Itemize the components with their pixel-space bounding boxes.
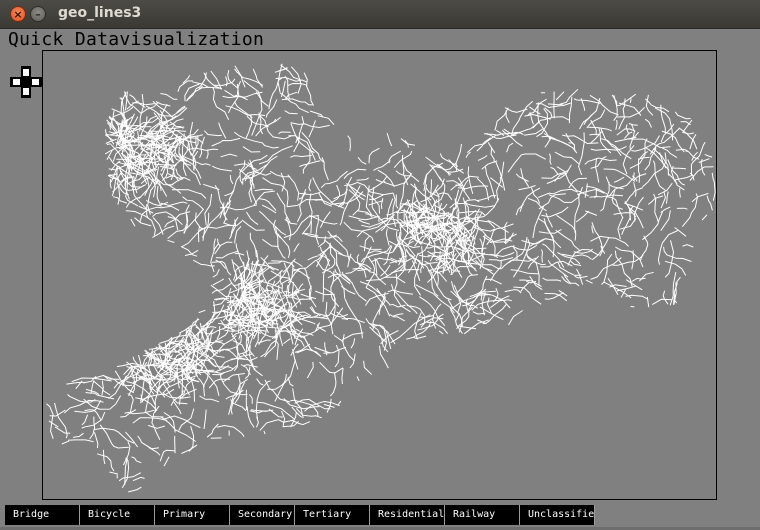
legend-item-secondary[interactable]: Secondary <box>230 505 295 525</box>
minimize-icon[interactable]: – <box>30 6 46 22</box>
road-lines <box>46 63 716 493</box>
legend-bar: Bridge Bicycle Primary Secondary Tertiar… <box>5 505 595 525</box>
legend-item-residential[interactable]: Residential <box>370 505 445 525</box>
map-frame[interactable] <box>42 50 717 500</box>
pan-cross-icon[interactable] <box>10 66 42 98</box>
window-titlebar: × – geo_lines3 <box>0 0 760 29</box>
legend-item-tertiary[interactable]: Tertiary <box>295 505 370 525</box>
window-title: geo_lines3 <box>58 5 142 21</box>
legend-item-railway[interactable]: Railway <box>445 505 520 525</box>
legend-item-primary[interactable]: Primary <box>155 505 230 525</box>
close-icon[interactable]: × <box>10 6 26 22</box>
legend-item-bridge[interactable]: Bridge <box>5 505 80 525</box>
legend-item-bicycle[interactable]: Bicycle <box>80 505 155 525</box>
road-network-map[interactable] <box>43 51 718 501</box>
legend-item-unclassified[interactable]: Unclassified <box>520 505 595 525</box>
app-heading: Quick Datavisualization <box>8 29 265 50</box>
